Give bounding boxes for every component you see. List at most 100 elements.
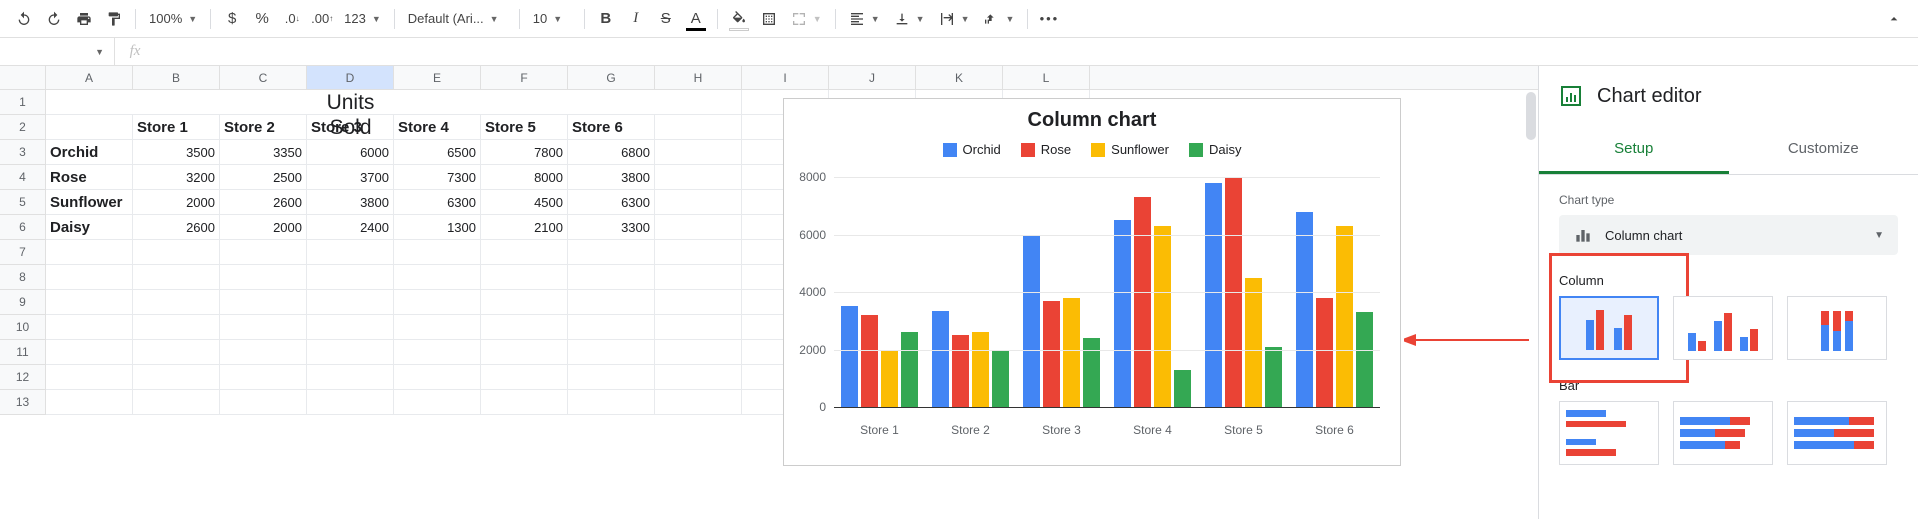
cell[interactable]: 8000 bbox=[481, 165, 568, 190]
cell[interactable] bbox=[307, 290, 394, 315]
name-box[interactable]: ▼ bbox=[0, 38, 115, 65]
cell[interactable] bbox=[481, 340, 568, 365]
column-header[interactable]: F bbox=[481, 66, 568, 89]
thumb-column-100stacked[interactable] bbox=[1787, 296, 1887, 360]
tab-setup[interactable]: Setup bbox=[1539, 126, 1729, 174]
cell[interactable] bbox=[481, 315, 568, 340]
column-header[interactable]: H bbox=[655, 66, 742, 89]
cell[interactable] bbox=[655, 140, 742, 165]
cell[interactable] bbox=[133, 265, 220, 290]
cell[interactable] bbox=[568, 315, 655, 340]
column-header[interactable]: I bbox=[742, 66, 829, 89]
cell[interactable]: 1300 bbox=[394, 215, 481, 240]
cell[interactable]: 2000 bbox=[220, 215, 307, 240]
row-header[interactable]: 1 bbox=[0, 90, 46, 115]
cell[interactable] bbox=[220, 340, 307, 365]
text-rotation-button[interactable]: ▼ bbox=[977, 5, 1020, 33]
strikethrough-button[interactable]: S bbox=[652, 5, 680, 33]
cell[interactable] bbox=[655, 90, 742, 115]
cell[interactable]: 2500 bbox=[220, 165, 307, 190]
cell[interactable]: 3800 bbox=[307, 190, 394, 215]
cell[interactable]: Sunflower bbox=[46, 190, 133, 215]
cell[interactable] bbox=[481, 265, 568, 290]
cell[interactable] bbox=[220, 315, 307, 340]
text-wrap-button[interactable]: ▼ bbox=[933, 5, 976, 33]
column-header[interactable]: J bbox=[829, 66, 916, 89]
cell[interactable] bbox=[568, 390, 655, 415]
cell[interactable] bbox=[133, 290, 220, 315]
cell[interactable] bbox=[568, 90, 655, 115]
currency-button[interactable]: $ bbox=[218, 5, 246, 33]
row-header[interactable]: 3 bbox=[0, 140, 46, 165]
undo-button[interactable] bbox=[10, 5, 38, 33]
cell[interactable]: 3200 bbox=[133, 165, 220, 190]
cell[interactable]: 6800 bbox=[568, 140, 655, 165]
tab-customize[interactable]: Customize bbox=[1729, 126, 1918, 174]
paint-format-button[interactable] bbox=[100, 5, 128, 33]
cell[interactable]: Store 5 bbox=[481, 115, 568, 140]
cell[interactable]: 6500 bbox=[394, 140, 481, 165]
cell[interactable] bbox=[655, 340, 742, 365]
cell[interactable] bbox=[220, 390, 307, 415]
cell[interactable]: 3800 bbox=[568, 165, 655, 190]
cell[interactable] bbox=[481, 290, 568, 315]
cell[interactable] bbox=[655, 215, 742, 240]
cell[interactable] bbox=[133, 315, 220, 340]
cell[interactable]: 7300 bbox=[394, 165, 481, 190]
cell[interactable]: 6300 bbox=[394, 190, 481, 215]
cell[interactable] bbox=[655, 240, 742, 265]
cell[interactable] bbox=[46, 365, 133, 390]
cell[interactable] bbox=[46, 290, 133, 315]
cell[interactable] bbox=[568, 265, 655, 290]
italic-button[interactable]: I bbox=[622, 5, 650, 33]
cell[interactable] bbox=[568, 290, 655, 315]
column-header[interactable]: E bbox=[394, 66, 481, 89]
print-button[interactable] bbox=[70, 5, 98, 33]
thumb-column-grouped[interactable] bbox=[1559, 296, 1659, 360]
cell[interactable] bbox=[307, 365, 394, 390]
zoom-select[interactable]: 100%▼ bbox=[143, 5, 203, 33]
cell[interactable] bbox=[568, 340, 655, 365]
percent-button[interactable]: % bbox=[248, 5, 276, 33]
text-color-button[interactable]: A bbox=[682, 5, 710, 33]
cell[interactable]: 3350 bbox=[220, 140, 307, 165]
cell[interactable] bbox=[394, 365, 481, 390]
cell[interactable] bbox=[655, 290, 742, 315]
cell[interactable]: 2100 bbox=[481, 215, 568, 240]
cell[interactable]: 3300 bbox=[568, 215, 655, 240]
row-header[interactable]: 12 bbox=[0, 365, 46, 390]
thumb-bar-100stacked[interactable] bbox=[1787, 401, 1887, 465]
cell[interactable]: 3700 bbox=[307, 165, 394, 190]
cell[interactable] bbox=[394, 90, 481, 115]
redo-button[interactable] bbox=[40, 5, 68, 33]
cell[interactable] bbox=[394, 390, 481, 415]
cell[interactable]: Orchid bbox=[46, 140, 133, 165]
cell[interactable] bbox=[46, 115, 133, 140]
cell[interactable] bbox=[481, 90, 568, 115]
cell[interactable] bbox=[655, 315, 742, 340]
chart-type-select[interactable]: Column chart ▼ bbox=[1559, 215, 1898, 255]
borders-button[interactable] bbox=[755, 5, 783, 33]
cell[interactable] bbox=[307, 340, 394, 365]
merge-cells-button[interactable]: ▼ bbox=[785, 5, 828, 33]
cell[interactable] bbox=[655, 165, 742, 190]
cell[interactable] bbox=[220, 90, 307, 115]
more-button[interactable]: ••• bbox=[1035, 5, 1063, 33]
row-header[interactable]: 13 bbox=[0, 390, 46, 415]
column-header[interactable]: B bbox=[133, 66, 220, 89]
cell[interactable] bbox=[220, 265, 307, 290]
cell[interactable] bbox=[307, 265, 394, 290]
cell[interactable] bbox=[655, 115, 742, 140]
spreadsheet-grid[interactable]: ABCDEFGHIJKL 1Units Sold2Store 1Store 2S… bbox=[0, 66, 1538, 519]
cell[interactable]: Rose bbox=[46, 165, 133, 190]
embedded-chart[interactable]: Column chart OrchidRoseSunflowerDaisy 80… bbox=[783, 98, 1401, 466]
cell[interactable]: 3500 bbox=[133, 140, 220, 165]
column-header[interactable]: K bbox=[916, 66, 1003, 89]
more-formats-select[interactable]: 123▼ bbox=[338, 5, 387, 33]
cell[interactable]: 6000 bbox=[307, 140, 394, 165]
column-header[interactable]: L bbox=[1003, 66, 1090, 89]
cell[interactable] bbox=[307, 390, 394, 415]
cell[interactable] bbox=[481, 240, 568, 265]
cell[interactable] bbox=[133, 390, 220, 415]
cell[interactable]: Store 1 bbox=[133, 115, 220, 140]
